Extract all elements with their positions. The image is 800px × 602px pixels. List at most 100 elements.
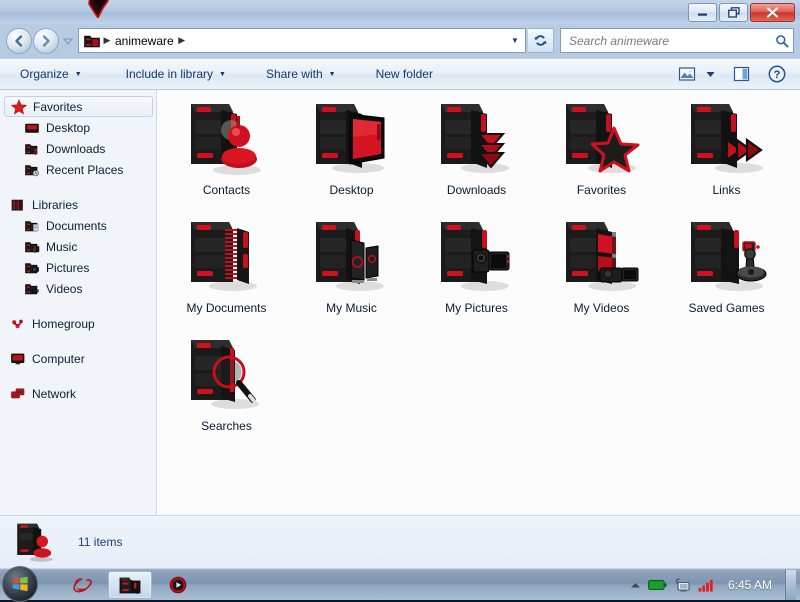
history-dropdown-button[interactable]: [62, 35, 74, 47]
sidebar-item-videos[interactable]: Videos: [0, 278, 156, 299]
file-item-downloads[interactable]: Downloads: [414, 94, 539, 212]
documents-folder-icon: [25, 220, 39, 231]
status-item-count: 11 items: [78, 535, 123, 549]
battery-icon[interactable]: [648, 579, 667, 591]
my-music-folder-icon: [315, 222, 384, 291]
navigation-pane[interactable]: Favorites Desktop Downloads Recent Place…: [0, 90, 157, 515]
file-item-desktop[interactable]: Desktop: [289, 94, 414, 212]
sidebar-item-documents[interactable]: Documents: [0, 215, 156, 236]
search-icon[interactable]: [775, 34, 789, 48]
status-bar: 11 items: [0, 515, 800, 568]
include-in-library-label: Include in library: [125, 67, 214, 81]
sidebar-item-downloads[interactable]: Downloads: [0, 138, 156, 159]
file-item-my-videos[interactable]: My Videos: [539, 212, 664, 330]
preview-pane-icon[interactable]: [728, 62, 754, 86]
file-item-my-pictures[interactable]: My Pictures: [414, 212, 539, 330]
sidebar-item-label: Network: [32, 386, 77, 401]
file-label: Contacts: [202, 183, 251, 197]
red-folder-logo-icon: [88, 0, 109, 18]
file-label: Searches: [201, 419, 252, 433]
forward-button[interactable]: [33, 28, 59, 54]
show-desktop-button[interactable]: [785, 570, 796, 600]
search-input[interactable]: Search animeware: [569, 34, 669, 48]
file-item-saved-games[interactable]: Saved Games: [664, 212, 789, 330]
sidebar-item-music[interactable]: Music: [0, 236, 156, 257]
file-item-searches[interactable]: Searches: [164, 330, 289, 448]
back-button[interactable]: [6, 28, 32, 54]
new-folder-button[interactable]: New folder: [366, 62, 443, 86]
file-label: Downloads: [446, 183, 507, 197]
navigation-bar: ▶ animeware ▶ ▼ Search animeware: [0, 24, 800, 58]
sidebar-item-network[interactable]: Network: [0, 383, 156, 404]
breadcrumb-animeware[interactable]: animeware: [113, 34, 176, 48]
network-tray-icon[interactable]: [674, 577, 691, 593]
address-dropdown-icon[interactable]: ▼: [507, 36, 523, 45]
network-icon: [11, 387, 25, 398]
back-arrow-icon: [15, 35, 23, 47]
sidebar-item-computer[interactable]: Computer: [0, 348, 156, 369]
breadcrumb-separator-icon-2[interactable]: ▶: [176, 35, 188, 46]
sidebar-item-label: Downloads: [46, 141, 106, 156]
clock[interactable]: 6:45 AM: [722, 578, 778, 592]
windows-start-orb-icon: [12, 576, 28, 592]
minimize-button[interactable]: [688, 3, 717, 22]
file-item-my-documents[interactable]: My Documents: [164, 212, 289, 330]
forward-arrow-icon: [42, 35, 50, 47]
refresh-icon: [534, 35, 547, 46]
sidebar-item-label: Homegroup: [32, 316, 95, 331]
my-pictures-folder-icon: [440, 222, 509, 291]
explorer-window: ▶ animeware ▶ ▼ Search animeware Organiz…: [0, 0, 800, 568]
file-item-my-music[interactable]: My Music: [289, 212, 414, 330]
sidebar-item-recent-places[interactable]: Recent Places: [0, 159, 156, 180]
file-label: My Pictures: [445, 301, 508, 315]
help-icon[interactable]: ?: [764, 62, 790, 86]
homegroup-icon: [12, 319, 23, 328]
command-bar-right: ?: [674, 62, 800, 86]
desktop-folder-icon: [25, 123, 39, 133]
start-button[interactable]: [2, 566, 38, 602]
search-box[interactable]: Search animeware: [560, 28, 794, 53]
links-folder-icon: [690, 104, 763, 173]
address-bar[interactable]: ▶ animeware ▶ ▼: [78, 28, 526, 53]
change-view-icon[interactable]: [674, 62, 700, 86]
file-list-view[interactable]: Contacts Desktop Downloads Favorites Lin…: [158, 90, 800, 515]
sidebar-item-pictures[interactable]: Pictures: [0, 257, 156, 278]
sidebar-item-homegroup[interactable]: Homegroup: [0, 313, 156, 334]
sidebar-item-label: Computer: [32, 351, 85, 366]
sidebar-item-label: Libraries: [32, 197, 79, 212]
organize-label: Organize: [20, 67, 69, 81]
sidebar-item-label: Recent Places: [46, 162, 124, 177]
file-item-contacts[interactable]: Contacts: [164, 94, 289, 212]
share-with-button[interactable]: Share with ▼: [256, 62, 346, 86]
refresh-button[interactable]: [528, 28, 554, 53]
sidebar-item-desktop[interactable]: Desktop: [0, 117, 156, 138]
svg-text:?: ?: [774, 69, 781, 81]
signal-bars-icon[interactable]: [698, 579, 715, 592]
file-item-links[interactable]: Links: [664, 94, 789, 212]
saved-games-folder-icon: [690, 222, 766, 291]
file-label: My Music: [326, 301, 377, 315]
sidebar-item-label: Music: [46, 239, 78, 254]
include-in-library-button[interactable]: Include in library ▼: [116, 62, 236, 86]
sidebar-item-label: Favorites: [33, 99, 83, 114]
contacts-folder-icon: [17, 523, 53, 562]
favorites-folder-icon: [565, 104, 639, 173]
sidebar-item-favorites[interactable]: Favorites: [4, 96, 153, 117]
organize-button[interactable]: Organize ▼: [10, 62, 92, 86]
taskbar-internet-explorer[interactable]: [60, 571, 104, 599]
file-label: My Videos: [573, 301, 630, 315]
new-folder-label: New folder: [375, 67, 433, 81]
chevron-up-icon[interactable]: [630, 581, 641, 590]
sidebar-item-libraries[interactable]: Libraries: [0, 194, 156, 215]
close-button[interactable]: [750, 3, 795, 22]
view-dropdown-caret-icon[interactable]: [702, 62, 718, 86]
title-bar[interactable]: [0, 0, 800, 24]
taskbar-media-player[interactable]: [156, 571, 200, 599]
taskbar-windows-explorer[interactable]: [108, 571, 152, 599]
sidebar-item-label: Desktop: [46, 120, 91, 135]
maximize-button[interactable]: [719, 3, 748, 22]
internet-explorer-icon: [73, 578, 92, 593]
file-item-favorites[interactable]: Favorites: [539, 94, 664, 212]
taskbar: 6:45 AM: [0, 566, 800, 602]
